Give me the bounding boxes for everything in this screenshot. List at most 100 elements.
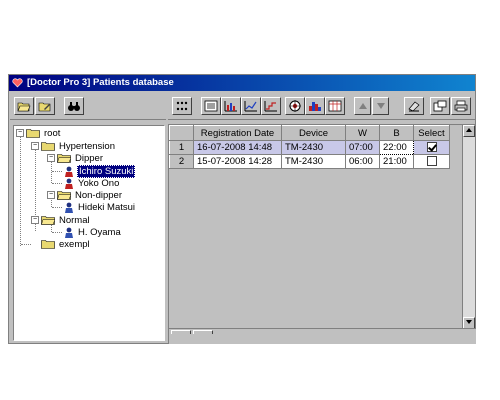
tree-label-normal: Normal [59,214,90,226]
collapse-icon[interactable]: − [47,154,55,162]
view-points-button[interactable] [172,97,192,115]
table-report-icon [328,100,342,112]
patient-tree[interactable]: − root − Hypertension − Dipper Ichiro Su… [13,125,165,341]
row-header-corner [169,125,194,141]
sheet-tab[interactable] [193,330,213,334]
sheet-tab[interactable] [171,330,191,334]
collapse-icon[interactable]: − [47,191,55,199]
records-grid: Registration Date Device W B Select 1 16… [168,124,476,344]
b-cell[interactable]: 22:00 [379,140,414,155]
tree-node-exempl[interactable]: exempl [41,238,91,250]
tree-node-patient-ichiro-suzuki[interactable]: Ichiro Suzuki [64,164,136,178]
row-number[interactable]: 1 [169,140,194,155]
list-icon [204,100,218,112]
select-checkbox[interactable] [426,156,437,167]
device-cell[interactable]: TM-2430 [281,140,346,155]
app-heart-icon [12,78,23,88]
folder-icon [41,240,55,249]
tree-node-normal[interactable]: − Normal [31,214,91,226]
print-button[interactable] [451,97,471,115]
new-window-button[interactable] [430,97,450,115]
open-folder-icon [41,216,55,225]
device-cell[interactable]: TM-2430 [281,154,346,169]
records-pane: Registration Date Device W B Select 1 16… [168,92,476,344]
title-bar: [Doctor Pro 3] Patients database [9,75,475,91]
tree-node-non-dipper[interactable]: − Non-dipper [47,189,123,201]
bar-chart-icon [224,101,237,112]
target-icon [289,100,301,112]
arrow-down-icon [466,320,472,324]
records-toolbar [168,92,475,120]
column-header-device[interactable]: Device [281,125,346,141]
collapse-icon[interactable]: − [31,142,39,150]
select-checkbox[interactable] [426,142,437,153]
tree-label-patient-ichiro-suzuki: Ichiro Suzuki [77,164,136,178]
histogram-icon [309,102,321,111]
tree-node-patient-hideki-matsui[interactable]: Hideki Matsui [64,201,136,213]
patient-icon [65,202,73,213]
tree-label-non-dipper: Non-dipper [75,189,122,201]
move-up-button[interactable] [354,97,371,115]
tree-node-patient-h-oyama[interactable]: H. Oyama [64,226,122,238]
collapse-icon[interactable]: − [31,216,39,224]
registration-date-cell[interactable]: 16-07-2008 14:48 [193,140,282,155]
tree-label-dipper: Dipper [75,152,103,164]
tree-label-hypertension: Hypertension [59,140,115,152]
search-button[interactable] [64,97,84,115]
column-header-registration-date[interactable]: Registration Date [193,125,282,141]
bar-chart-button[interactable] [221,97,241,115]
step-chart-icon [264,101,277,112]
step-chart-button[interactable] [261,97,281,115]
tree-node-root[interactable]: − root [16,127,61,139]
eraser-icon [408,101,420,112]
open-folder-icon [57,154,71,163]
histogram-button[interactable] [305,97,325,115]
report-table-button[interactable] [325,97,345,115]
tree-node-hypertension[interactable]: − Hypertension [31,140,116,152]
vertical-scrollbar[interactable] [462,125,475,329]
dots-grid-icon [176,101,188,111]
open-folder-button[interactable] [14,97,34,115]
table-row[interactable]: 1 16-07-2008 14:48 TM-2430 07:00 22:00 [169,140,450,155]
collapse-icon[interactable]: − [16,129,24,137]
registration-date-cell[interactable]: 15-07-2008 14:28 [193,154,282,169]
line-chart-icon [244,101,257,112]
new-window-icon [433,100,447,112]
folder-icon [41,142,55,151]
binoculars-icon [68,102,80,111]
move-down-button[interactable] [372,97,389,115]
open-folder-icon [57,191,71,200]
column-header-w[interactable]: W [345,125,380,141]
tree-node-patient-yoko-ono[interactable]: Yoko Ono [64,177,120,189]
tree-pane: − root − Hypertension − Dipper Ichiro Su… [10,92,166,344]
line-chart-button[interactable] [241,97,261,115]
table-row[interactable]: 2 15-07-2008 14:28 TM-2430 06:00 21:00 [169,154,450,169]
tree-label-patient-hideki-matsui: Hideki Matsui [78,201,136,213]
tree-label-patient-yoko-ono: Yoko Ono [78,177,120,189]
arrow-down-icon [376,103,385,109]
column-header-b[interactable]: B [379,125,414,141]
scroll-up-button[interactable] [463,125,475,137]
select-cell[interactable] [413,140,450,155]
horizontal-scrollbar[interactable] [169,328,476,344]
erase-button[interactable] [404,97,424,115]
patient-icon [65,178,73,189]
folder-edit-button[interactable] [35,97,55,115]
list-view-button[interactable] [201,97,221,115]
b-cell[interactable]: 21:00 [379,154,414,169]
tree-node-dipper[interactable]: − Dipper [47,152,104,164]
w-cell[interactable]: 07:00 [345,140,380,155]
target-button[interactable] [285,97,305,115]
arrow-up-icon [358,103,367,109]
tree-toolbar [10,92,166,120]
select-cell[interactable] [413,154,450,169]
printer-icon [454,100,468,112]
patient-icon [65,227,73,238]
w-cell[interactable]: 06:00 [345,154,380,169]
column-header-select[interactable]: Select [413,125,450,141]
row-number[interactable]: 2 [169,154,194,169]
patients-database-window: [Doctor Pro 3] Patients database − root … [8,74,476,344]
tree-label-root: root [44,127,61,139]
records-table: Registration Date Device W B Select 1 16… [169,125,450,169]
folder-icon [26,129,40,138]
